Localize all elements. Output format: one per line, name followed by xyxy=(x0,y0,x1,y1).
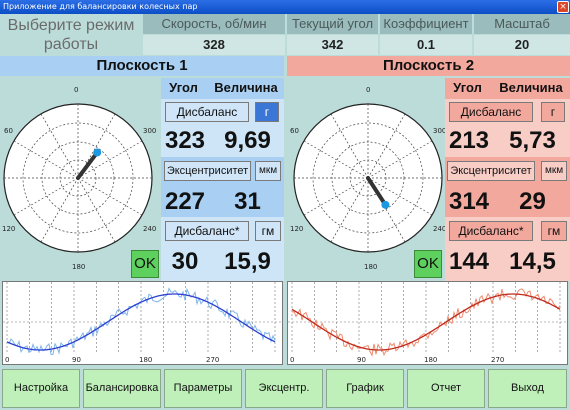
plane-1-dial-face xyxy=(3,103,153,253)
plane-2-ok-button[interactable]: OK xyxy=(414,250,442,278)
plane-1-value-header: Величина xyxy=(214,80,278,95)
plane-1-imbalance2-block: Дисбаланс* гм 30 15,9 xyxy=(161,217,284,281)
plane-1-imbalance-angle: 323 xyxy=(164,127,206,154)
plane-2-eccentricity-value: 29 xyxy=(519,188,546,215)
speed-value: 328 xyxy=(143,35,285,55)
plane-1-imbalance2-value: 15,9 xyxy=(224,248,271,275)
window-title: Приложение для балансировки колесных пар xyxy=(3,2,198,11)
plane-2-imbalance2-button[interactable]: Дисбаланс* xyxy=(449,221,533,241)
parameters-button[interactable]: Параметры xyxy=(164,369,242,408)
plane-1-imbalance-value: 9,69 xyxy=(224,127,271,154)
dial-label-180: 180 xyxy=(72,263,86,271)
plane-1-eccentricity-unit[interactable]: мкм xyxy=(255,161,281,181)
plane-1-eccentricity-block: Эксцентриситет мкм 227 31 xyxy=(161,158,284,216)
plane-1-waveform-graph: 0 90 180 270 xyxy=(2,281,283,365)
plane-2-eccentricity-block: Эксцентриситет мкм 314 29 xyxy=(445,158,570,216)
plane-2-eccentricity-button[interactable]: Эксцентриситет xyxy=(447,161,535,181)
exit-button[interactable]: Выход xyxy=(488,369,567,408)
balancing-button[interactable]: Балансировка xyxy=(83,369,161,408)
plane-2-dial-face xyxy=(293,103,443,253)
report-button[interactable]: Отчет xyxy=(407,369,485,408)
settings-button[interactable]: Настройка xyxy=(2,369,80,408)
plane-1-imbalance-unit[interactable]: г xyxy=(255,102,279,122)
plane-2-readings: Угол Величина Дисбаланс г 213 5,73 Эксце… xyxy=(445,78,570,281)
dial-label-60: 60 xyxy=(4,127,13,135)
graph-tick-label: 0 xyxy=(5,356,9,364)
mode-prompt[interactable]: Выберите режим работы программы xyxy=(0,14,142,72)
plane-2-imbalance-unit[interactable]: г xyxy=(541,102,565,122)
dial-label-0: 0 xyxy=(366,86,371,94)
plane-1-imbalance-button[interactable]: Дисбаланс xyxy=(165,102,249,122)
plane-1-angle-header: Угол xyxy=(169,80,198,95)
plane-1-imbalance2-angle: 30 xyxy=(171,248,199,275)
plane-2-title: Плоскость 2 xyxy=(287,56,570,76)
graph-tick-label: 90 xyxy=(357,356,366,364)
speed-label: Скорость, об/мин xyxy=(143,14,285,34)
plane-1-polar-dial: 0 60 300 120 240 180 xyxy=(0,86,160,271)
plane-2-eccentricity-unit[interactable]: мкм xyxy=(541,161,567,181)
dial-label-240: 240 xyxy=(143,225,157,233)
graph-tick-label: 270 xyxy=(491,356,504,364)
plane-2-polar-svg xyxy=(293,103,443,253)
plane-2-eccentricity-angle: 314 xyxy=(448,188,490,215)
scale-value: 20 xyxy=(474,35,570,55)
dial-needle-tip xyxy=(93,148,102,157)
dial-label-300: 300 xyxy=(143,127,157,135)
plane-2-imbalance2-angle: 144 xyxy=(448,248,490,275)
plane-1-readings: Угол Величина Дисбаланс г 323 9,69 Эксце… xyxy=(161,78,284,281)
dial-label-0: 0 xyxy=(74,86,79,94)
plane-2-imbalance2-unit[interactable]: гм xyxy=(541,221,567,241)
graph-button[interactable]: График xyxy=(326,369,404,408)
plane-1-imbalance2-button[interactable]: Дисбаланс* xyxy=(165,221,249,241)
close-window-button[interactable]: × xyxy=(557,1,569,13)
plane-2-waveform-svg: 0 90 180 270 xyxy=(288,282,567,364)
graph-tick-label: 0 xyxy=(290,356,294,364)
plane-2-angle-header: Угол xyxy=(453,80,482,95)
graph-tick-label: 180 xyxy=(139,356,152,364)
graph-tick-label: 270 xyxy=(206,356,219,364)
dial-label-60: 60 xyxy=(290,127,299,135)
dial-needle-tip xyxy=(381,200,390,209)
header-bar: Выберите режим работы программы Скорость… xyxy=(0,14,570,72)
plane-2-waveform-graph: 0 90 180 270 xyxy=(287,281,568,365)
current-angle-value: 342 xyxy=(287,35,378,55)
plane-2-imbalance-angle: 213 xyxy=(448,127,490,154)
footer-bar: Настройка Балансировка Параметры Эксцент… xyxy=(0,367,570,410)
plane-1-imbalance-block: Дисбаланс г 323 9,69 xyxy=(161,99,284,157)
plane-2-imbalance-block: Дисбаланс г 213 5,73 xyxy=(445,99,570,157)
plane-2-imbalance-value: 5,73 xyxy=(509,127,556,154)
plane-1-imbalance2-unit[interactable]: гм xyxy=(255,221,281,241)
coefficient-label: Коэффициент xyxy=(380,14,472,34)
eccentricity-button[interactable]: Эксцентр. xyxy=(245,369,323,408)
plane-2-imbalance-button[interactable]: Дисбаланс xyxy=(449,102,533,122)
plane-2-imbalance2-block: Дисбаланс* гм 144 14,5 xyxy=(445,217,570,281)
coefficient-value: 0.1 xyxy=(380,35,472,55)
graph-tick-label: 90 xyxy=(72,356,81,364)
dial-label-180: 180 xyxy=(364,263,378,271)
scale-label: Масштаб xyxy=(474,14,570,34)
dial-label-120: 120 xyxy=(2,225,16,233)
dial-label-120: 120 xyxy=(290,225,304,233)
plane-1-eccentricity-angle: 227 xyxy=(164,188,206,215)
plane-1-eccentricity-button[interactable]: Эксцентриситет xyxy=(164,161,251,181)
plane-1-title: Плоскость 1 xyxy=(0,56,284,76)
plane-1-ok-button[interactable]: OK xyxy=(131,250,159,278)
plane-2-imbalance2-value: 14,5 xyxy=(509,248,556,275)
plane-2-polar-dial: 0 60 300 120 240 180 xyxy=(290,86,450,271)
current-angle-label: Текущий угол xyxy=(287,14,378,34)
plane-1-eccentricity-value: 31 xyxy=(234,188,261,215)
plane-2-value-header: Величина xyxy=(499,80,563,95)
graph-tick-label: 180 xyxy=(424,356,437,364)
plane-1-polar-svg xyxy=(3,103,153,253)
plane-1-waveform-svg: 0 90 180 270 xyxy=(3,282,282,364)
window-titlebar: Приложение для балансировки колесных пар… xyxy=(0,0,570,14)
